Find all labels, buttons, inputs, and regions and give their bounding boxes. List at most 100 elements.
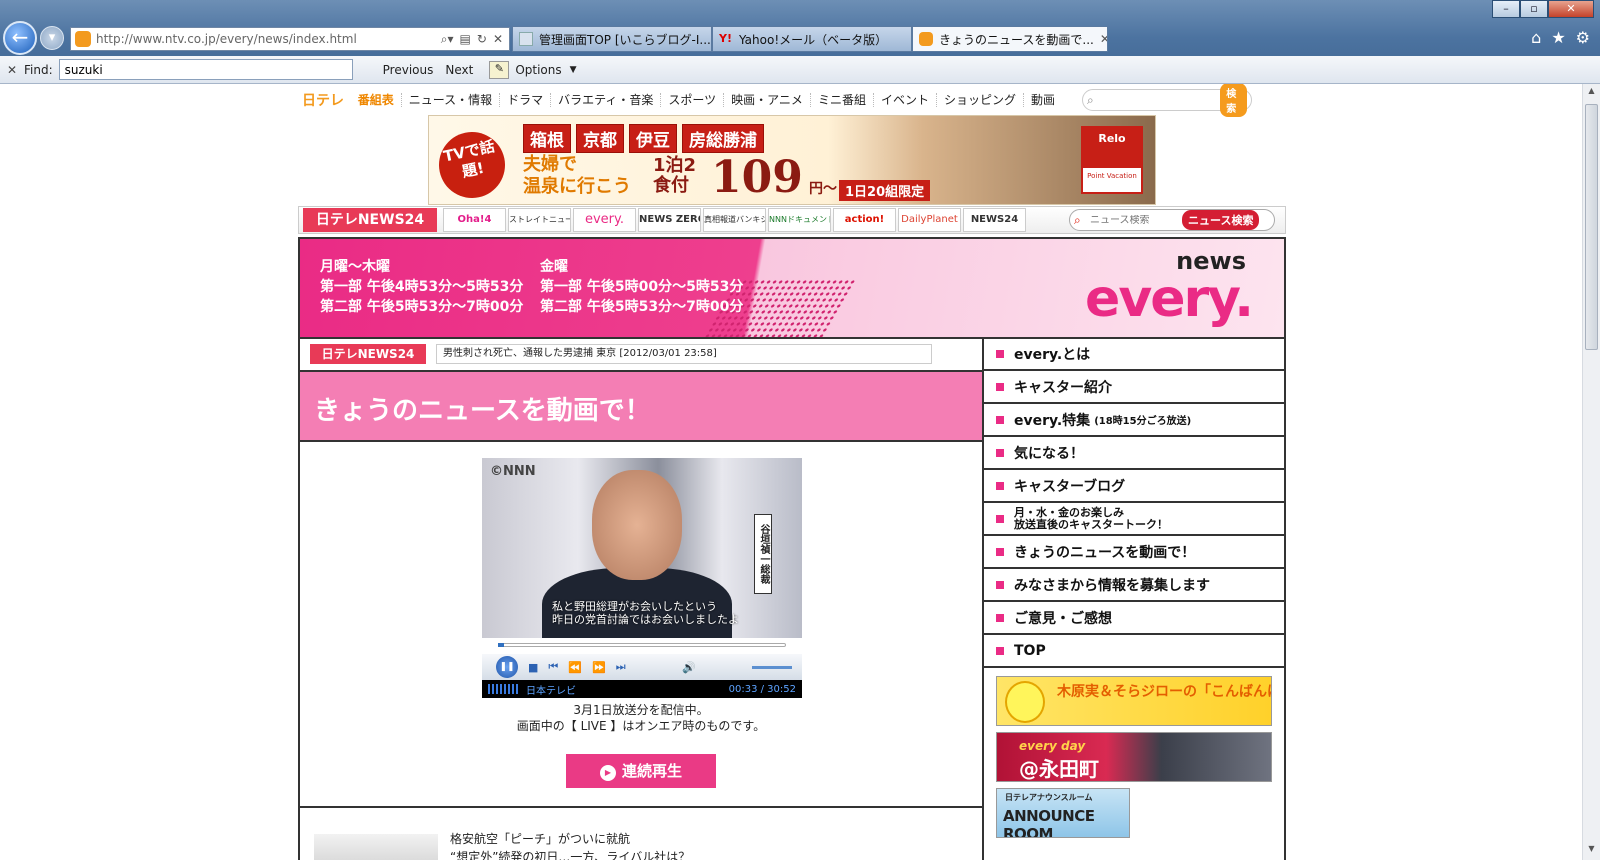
continuous-play-button[interactable]: ▶ 連続再生 — [566, 754, 716, 788]
article-item[interactable]: 格安航空「ピーチ」がついに就航 “想定外”続発の初日…一方、ライバル社は？ — [300, 814, 982, 860]
banner-nagatacho[interactable]: every day @永田町 — [996, 732, 1272, 782]
video-player[interactable]: ©NNN 谷垣禎一総裁 私と野田総理がお会いしたという 昨日の党首討論ではお会い… — [482, 458, 802, 638]
nav-item-video[interactable]: 動画 — [1024, 93, 1062, 107]
program-nnn-document[interactable]: NNNドキュメント — [768, 208, 831, 232]
news-ticker[interactable]: 男性刺され死亡、通報した男逮捕 東京 [2012/03/01 23:58] — [436, 344, 932, 364]
scrollbar-thumb[interactable] — [1585, 104, 1598, 350]
forward-button[interactable]: ▾ — [40, 26, 64, 50]
ad-badge: TVで話題! — [432, 125, 512, 204]
previous-icon[interactable]: ⏮ — [548, 660, 558, 674]
fast-forward-icon[interactable]: ⏩ — [592, 661, 606, 674]
nav-item-news[interactable]: ニュース・情報 — [402, 93, 501, 107]
nav-item-shopping[interactable]: ショッピング — [937, 93, 1024, 107]
tab-label: きょうのニュースを動画で... — [939, 32, 1094, 47]
nav-item-drama[interactable]: ドラマ — [500, 93, 552, 107]
gear-icon[interactable]: ⚙ — [1576, 28, 1590, 47]
site-search-button[interactable]: 検索 — [1220, 84, 1247, 117]
stop-icon[interactable]: ■ — [528, 661, 538, 674]
article-title[interactable]: 格安航空「ピーチ」がついに就航 — [450, 830, 630, 847]
program-action[interactable]: action! — [833, 208, 896, 232]
volume-slider[interactable] — [751, 665, 792, 669]
article-thumbnail[interactable] — [314, 834, 438, 860]
seek-track[interactable] — [498, 643, 786, 647]
nav-item-movie[interactable]: 映画・アニメ — [724, 93, 811, 107]
vertical-scrollbar[interactable]: ▲ ▼ — [1582, 84, 1600, 860]
bullet-icon — [996, 349, 1004, 358]
nav-item-mini[interactable]: ミニ番組 — [811, 93, 874, 107]
program-straight-news[interactable]: ストレイトニュース — [508, 208, 571, 232]
banner-announce-room[interactable]: 日テレアナウンスルーム ANNOUNCE ROOM — [996, 788, 1130, 838]
minimize-button[interactable]: – — [1492, 0, 1520, 18]
video-figure-head — [592, 470, 682, 580]
tab-admin[interactable]: 管理画面TOP [いこらブログ-I... — [512, 26, 712, 52]
news-search-button[interactable]: ニュース検索 — [1182, 210, 1260, 230]
news24-bar: 日テレNEWS24 Oha!4 ストレイトニュース every. NEWS ZE… — [298, 206, 1286, 234]
every-logo[interactable]: every. — [1085, 269, 1254, 329]
scroll-down-icon[interactable]: ▼ — [1585, 844, 1598, 858]
chevron-down-icon[interactable]: ▼ — [570, 65, 577, 75]
video-source: ©NNN — [490, 464, 536, 479]
back-button[interactable]: ← — [3, 21, 37, 55]
sidebar-banners: 木原実＆そらジローの「こんばんはーっ!」 every day @永田町 日テレア… — [984, 668, 1284, 852]
ad-banner[interactable]: TVで話題! 箱根 京都 伊豆 房総勝浦 夫婦で 温泉に行こう 1泊2食付 10… — [428, 115, 1156, 205]
maximize-button[interactable]: ▫ — [1520, 0, 1548, 18]
bullet-icon — [996, 382, 1004, 391]
banner-konbanwa[interactable]: 木原実＆そらジローの「こんばんはーっ!」 — [996, 676, 1272, 726]
close-window-button[interactable]: ✕ — [1548, 0, 1594, 18]
seek-bar[interactable] — [482, 638, 802, 652]
nav-item-variety[interactable]: バラエティ・音楽 — [551, 93, 662, 107]
program-bankisha[interactable]: 真相報道バンキシャ! — [703, 208, 766, 232]
ticker-logo[interactable]: 日テレNEWS24 — [310, 344, 426, 364]
program-daily-planet[interactable]: DailyPlanet — [898, 208, 961, 232]
next-icon[interactable]: ⏭ — [616, 660, 626, 674]
sidebar-item-top[interactable]: TOP — [984, 635, 1284, 668]
pause-button[interactable]: ❚❚ — [496, 656, 518, 678]
address-bar[interactable]: http://www.ntv.co.jp/every/news/index.ht… — [70, 27, 510, 51]
favorites-star-icon[interactable]: ★ — [1551, 28, 1565, 47]
nav-item-sports[interactable]: スポーツ — [661, 93, 725, 107]
find-next-button[interactable]: Next — [445, 63, 473, 77]
compatibility-icon[interactable]: ▤ — [460, 32, 471, 47]
tab-label: Yahoo!メール（ベータ版） — [739, 32, 888, 47]
scroll-up-icon[interactable]: ▲ — [1585, 86, 1598, 100]
site-search-input[interactable] — [1100, 93, 1221, 107]
sidebar-item-casters[interactable]: キャスター紹介 — [984, 371, 1284, 404]
search-icon[interactable]: ⌕▾ — [441, 32, 454, 47]
find-previous-button[interactable]: Previous — [383, 63, 434, 77]
program-news24[interactable]: NEWS24 — [963, 208, 1026, 232]
refresh-icon[interactable]: ↻ — [477, 32, 487, 47]
find-options-button[interactable]: Options — [515, 63, 561, 77]
close-find-icon[interactable]: ✕ — [0, 63, 24, 77]
close-tab-icon[interactable]: ✕ — [1100, 32, 1107, 46]
nav-item-schedule[interactable]: 番組表 — [351, 93, 402, 107]
ntv-favicon-icon — [919, 32, 933, 46]
video-caption: 私と野田総理がお会いしたという 昨日の党首討論ではお会いしましたよ — [552, 600, 739, 626]
tab-yahoo-mail[interactable]: Y! Yahoo!メール（ベータ版） — [712, 26, 912, 52]
ad-copy-line: 温泉に行こう — [523, 176, 631, 197]
find-input[interactable] — [58, 59, 353, 80]
sidebar-item-caster-blog[interactable]: キャスターブログ — [984, 470, 1284, 503]
program-news-zero[interactable]: NEWS ZERO — [638, 208, 701, 232]
sidebar-item-caster-talk[interactable]: 月・水・金のお楽しみ 放送直後のキャスタートーク！ — [984, 503, 1284, 536]
program-every[interactable]: every. — [573, 208, 636, 232]
sidebar-item-label: 月・水・金のお楽しみ 放送直後のキャスタートーク！ — [1014, 506, 1168, 531]
sidebar-item-news-video[interactable]: きょうのニュースを動画で！ — [984, 536, 1284, 569]
volume-icon[interactable]: 🔊 — [682, 661, 696, 674]
sidebar-item-about[interactable]: every.とは — [984, 338, 1284, 371]
sidebar-item-kininaru[interactable]: 気になる！ — [984, 437, 1284, 470]
highlight-icon[interactable]: ✎ — [489, 60, 510, 79]
nav-item-event[interactable]: イベント — [874, 93, 937, 107]
sidebar-item-special[interactable]: every.特集 (18時15分ごろ放送) — [984, 404, 1284, 437]
sidebar-item-feedback[interactable]: ご意見・ご感想 — [984, 602, 1284, 635]
home-icon[interactable]: ⌂ — [1531, 28, 1541, 47]
banner-text: ANNOUNCE ROOM — [1003, 807, 1095, 838]
program-oha4[interactable]: Oha!4 — [443, 208, 506, 232]
news-search-input[interactable] — [1090, 214, 1182, 226]
sidebar-item-info-request[interactable]: みなさまから情報を募集します — [984, 569, 1284, 602]
news24-logo[interactable]: 日テレNEWS24 — [303, 208, 437, 232]
address-url[interactable]: http://www.ntv.co.jp/every/news/index.ht… — [96, 32, 441, 46]
tab-every-news[interactable]: きょうのニュースを動画で... ✕ — [912, 26, 1108, 52]
rewind-icon[interactable]: ⏪ — [568, 661, 582, 674]
stop-icon[interactable]: ✕ — [493, 32, 503, 47]
ntv-logo[interactable]: 日テレ — [302, 90, 351, 110]
